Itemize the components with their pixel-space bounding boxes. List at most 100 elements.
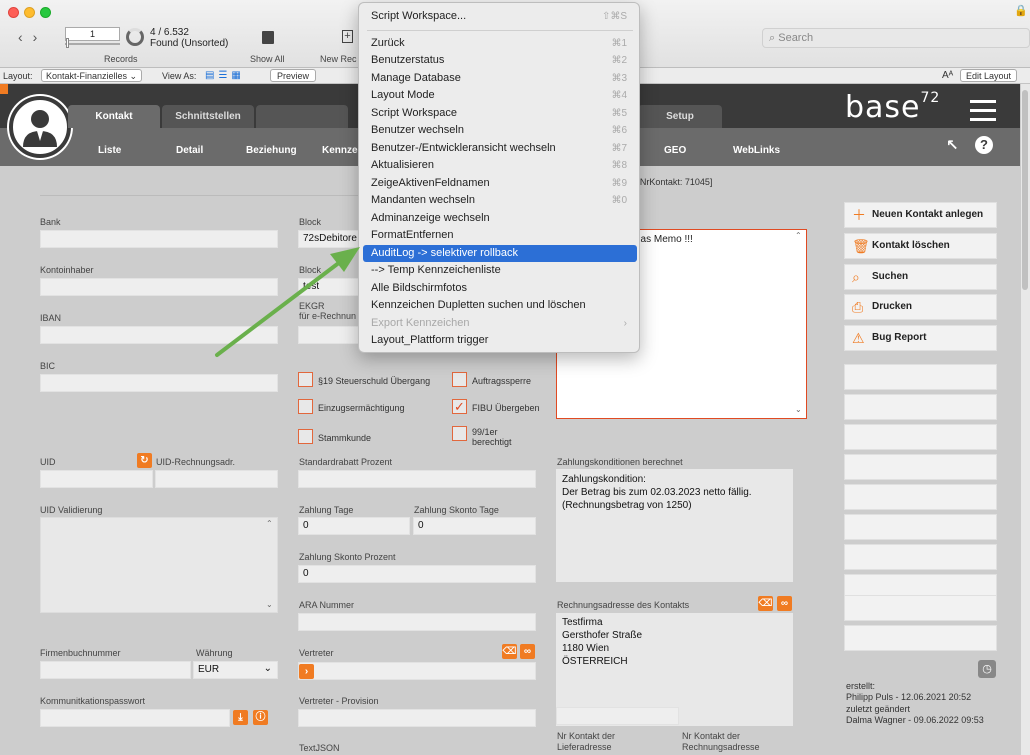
text-size-icon[interactable]: Aᴬ <box>942 70 953 81</box>
zahlung-tage-field[interactable]: 0 <box>298 517 410 535</box>
new-record-icon[interactable]: + <box>342 30 353 43</box>
sidebar-empty-button[interactable] <box>844 364 997 390</box>
menu-item-manage-database[interactable]: Manage Database ⌘3 <box>363 70 637 87</box>
uid-field[interactable] <box>40 470 153 488</box>
preview-button[interactable]: Preview <box>270 69 317 82</box>
avatar[interactable] <box>9 96 71 158</box>
view-mode-icons[interactable]: ▤☰▦ <box>205 70 245 81</box>
subnav-beziehung[interactable]: Beziehung <box>246 145 297 156</box>
menu-item-zeige-feldnamen[interactable]: ZeigeAktivenFeldnamen ⌘9 <box>363 175 637 192</box>
vertreter-field[interactable] <box>298 662 536 680</box>
sidebar-empty-button[interactable] <box>844 544 997 570</box>
link-icon[interactable]: ∞ <box>520 644 535 659</box>
tab-schnittstellen[interactable]: Schnittstellen <box>162 105 254 128</box>
bug-report-button[interactable]: ⚠ Bug Report <box>844 325 997 351</box>
kontoinhaber-field[interactable] <box>40 278 278 296</box>
menu-item-benutzer-wechseln[interactable]: Benutzer wechseln ⌘6 <box>363 122 637 139</box>
tab-kontakt[interactable]: Kontakt <box>68 105 160 128</box>
menu-item-script-workspace-dialog[interactable]: Script Workspace... ⇧⌘S <box>363 8 637 25</box>
tab-blank[interactable] <box>256 105 348 128</box>
menu-item-alle-bildschirmfotos[interactable]: Alle Bildschirmfotos <box>363 280 637 297</box>
subnav-geo[interactable]: GEO <box>664 145 686 156</box>
record-slider[interactable] <box>65 43 120 45</box>
minimize-window-button[interactable] <box>24 7 35 18</box>
delete-contact-button[interactable]: 🗑 Kontakt löschen <box>844 233 997 259</box>
subnav-weblinks[interactable]: WebLinks <box>733 145 780 156</box>
firmenbuchnummer-field[interactable] <box>40 661 191 679</box>
link-icon[interactable]: ∞ <box>777 596 792 611</box>
sidebar-empty-button[interactable] <box>844 394 997 420</box>
record-number-field[interactable]: 1 <box>65 27 120 41</box>
download-icon[interactable]: ⤓ <box>233 710 248 725</box>
eraser-icon[interactable]: ⌫ <box>758 596 773 611</box>
record-nav-arrows[interactable]: ‹› <box>18 29 47 45</box>
standardrabatt-field[interactable] <box>298 470 536 488</box>
tab-setup[interactable]: Setup <box>638 105 722 128</box>
uid-validierung-field[interactable] <box>40 517 278 613</box>
checkbox-einzug[interactable] <box>298 399 313 414</box>
block2-field[interactable]: test <box>298 278 360 296</box>
block1-field[interactable]: 72sDebitore <box>298 230 360 248</box>
checkbox-19-steuerschuld[interactable] <box>298 372 313 387</box>
rechnungsadresse-extra-field[interactable] <box>556 707 679 725</box>
info-icon[interactable]: ⓘ <box>253 710 268 725</box>
menu-item-layout-plattform-trigger[interactable]: Layout_Plattform trigger <box>363 332 637 349</box>
scroll-down-icon[interactable]: ⌄ <box>266 600 273 609</box>
menu-item-layout-mode[interactable]: Layout Mode ⌘4 <box>363 87 637 104</box>
bic-field[interactable] <box>40 374 278 392</box>
ara-field[interactable] <box>298 613 536 631</box>
menu-item-mandanten-wechseln[interactable]: Mandanten wechseln ⌘0 <box>363 192 637 209</box>
vertreter-provision-field[interactable] <box>298 709 536 727</box>
zahlung-skonto-prozent-field[interactable]: 0 <box>298 565 536 583</box>
checkbox-9901[interactable] <box>452 426 467 441</box>
bank-field[interactable] <box>40 230 278 248</box>
memo-scroll-up-icon[interactable]: ⌃ <box>795 231 802 240</box>
sidebar-empty-button[interactable] <box>844 625 997 651</box>
checkbox-auftragssperre[interactable] <box>452 372 467 387</box>
sidebar-empty-button[interactable] <box>844 484 997 510</box>
scroll-up-icon[interactable]: ⌃ <box>266 519 273 528</box>
iban-field[interactable] <box>40 326 278 344</box>
edit-layout-button[interactable]: Edit Layout <box>960 69 1018 82</box>
sidebar-empty-button[interactable] <box>844 454 997 480</box>
new-record-label[interactable]: New Rec <box>320 54 357 64</box>
layout-select[interactable]: Kontakt-Finanzielles ⌄ <box>41 69 143 82</box>
menu-item-format-entfernen[interactable]: FormatEntfernen <box>363 227 637 244</box>
kommunikationspasswort-field[interactable] <box>40 709 230 727</box>
search-button[interactable]: ⌕ Suchen <box>844 264 997 290</box>
sidebar-empty-button[interactable] <box>844 424 997 450</box>
menu-item-script-workspace[interactable]: Script Workspace ⌘5 <box>363 105 637 122</box>
memo-scroll-down-icon[interactable]: ⌄ <box>795 405 802 414</box>
checkbox-fibu[interactable]: ✓ <box>452 399 467 414</box>
menu-item-kennzeichen-dupletten[interactable]: Kennzeichen Dupletten suchen und löschen <box>363 297 637 314</box>
window-scrollbar-thumb[interactable] <box>1022 90 1028 290</box>
record-slider-thumb[interactable] <box>66 38 69 48</box>
menu-item-benutzerstatus[interactable]: Benutzerstatus ⌘2 <box>363 52 637 69</box>
subnav-liste[interactable]: Liste <box>98 145 121 156</box>
checkbox-stammkunde[interactable] <box>298 429 313 444</box>
eraser-icon[interactable]: ⌫ <box>502 644 517 659</box>
uid-refresh-icon[interactable]: ↻ <box>137 453 152 468</box>
ekgr-field[interactable] <box>298 326 360 344</box>
search-input[interactable]: ⌕ Search <box>762 28 1030 48</box>
back-arrow-icon[interactable]: ↖ <box>946 136 959 154</box>
clock-icon[interactable]: ◷ <box>978 660 996 678</box>
menu-item-aktualisieren[interactable]: Aktualisieren ⌘8 <box>363 157 637 174</box>
go-arrow-icon[interactable]: › <box>299 664 314 679</box>
show-all-label[interactable]: Show All <box>250 54 285 64</box>
print-button[interactable]: ⎙ Drucken <box>844 294 997 320</box>
sidebar-empty-button[interactable] <box>844 514 997 540</box>
zoom-window-button[interactable] <box>40 7 51 18</box>
subnav-detail[interactable]: Detail <box>176 145 203 156</box>
uid-rechnungsadr-field[interactable] <box>155 470 278 488</box>
menu-item-auditlog-rollback[interactable]: AuditLog -> selektiver rollback <box>363 245 637 262</box>
menu-item-ansicht-wechseln[interactable]: Benutzer-/Entwickleransicht wechseln ⌘7 <box>363 140 637 157</box>
help-icon[interactable]: ? <box>975 136 993 154</box>
hamburger-menu-icon[interactable] <box>970 100 996 127</box>
subnav-kennzeichen[interactable]: Kennzei <box>322 145 360 156</box>
waehrung-select[interactable]: EUR ⌄ <box>193 661 278 679</box>
sidebar-empty-button[interactable] <box>844 595 997 621</box>
menu-item-temp-kennzeichenliste[interactable]: --> Temp Kennzeichenliste <box>363 262 637 279</box>
new-contact-button[interactable]: ＋ Neuen Kontakt anlegen <box>844 202 997 228</box>
zahlung-skonto-tage-field[interactable]: 0 <box>413 517 536 535</box>
